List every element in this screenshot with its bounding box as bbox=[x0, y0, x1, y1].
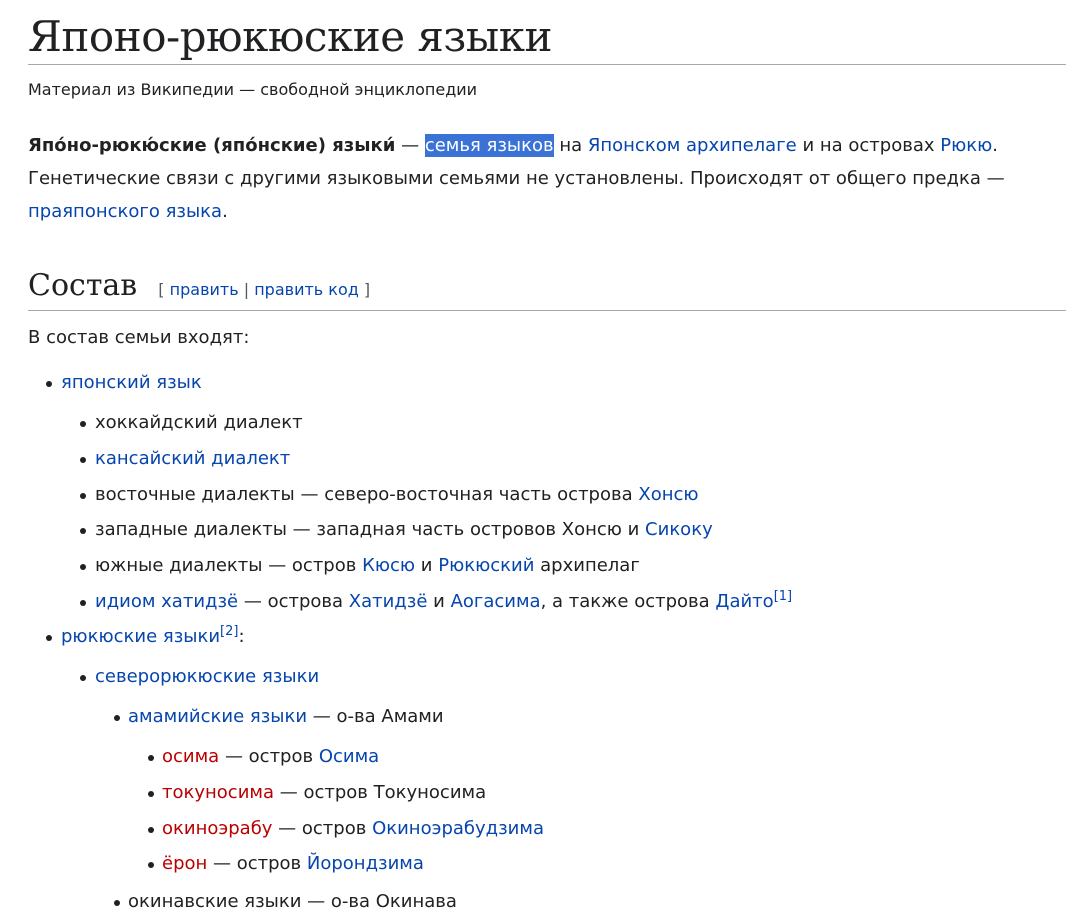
site-tagline: Материал из Википедии — свободной энцикл… bbox=[28, 80, 478, 99]
item-text: — остров Токуносима bbox=[274, 782, 487, 803]
bullet-icon bbox=[114, 715, 120, 721]
edit-section-links: [ править | править код ] bbox=[158, 280, 370, 299]
article-content: Японо-рюкюские языки Материал из Википед… bbox=[28, 0, 1066, 914]
list-item: северорюкюские языки bbox=[28, 665, 1066, 689]
link-ryukyu-archipelago[interactable]: Рюкюский bbox=[438, 555, 534, 576]
link-amami-languages[interactable]: амамийские языки bbox=[128, 706, 307, 727]
section-heading-composition: Состав [ править | править код ] bbox=[28, 267, 1066, 311]
intro-text: на bbox=[553, 135, 588, 156]
item-text: : bbox=[238, 626, 245, 647]
bullet-icon bbox=[80, 675, 86, 681]
bullet-icon bbox=[148, 755, 154, 761]
edit-source-link[interactable]: править код bbox=[254, 280, 359, 299]
link-language-family[interactable]: семья языков bbox=[424, 134, 554, 157]
list-lead: В состав семьи входят: bbox=[28, 327, 250, 348]
item-text: окинавские языки — о-ва Окинава bbox=[128, 891, 457, 912]
list-item: восточные диалекты — северо-восточная ча… bbox=[28, 483, 1066, 507]
link-daito[interactable]: Дайто bbox=[715, 591, 773, 612]
list-item: токуносима — остров Токуносима bbox=[28, 781, 1066, 805]
item-text: южные диалекты — остров bbox=[95, 555, 363, 576]
intro-text: . bbox=[992, 135, 999, 156]
list-item: западные диалекты — западная часть остро… bbox=[28, 518, 1066, 542]
link-kyushu[interactable]: Кюсю bbox=[362, 555, 415, 576]
separator: | bbox=[243, 280, 250, 299]
intro-paragraph: Япо́но-рюкю́ские (япо́нские) языки́ — се… bbox=[28, 129, 1066, 228]
section-title: Состав bbox=[28, 268, 138, 303]
item-text: восточные диалекты — северо-восточная ча… bbox=[95, 484, 639, 505]
list-item: идиом хатидзё — острова Хатидзё и Аогаси… bbox=[28, 590, 1066, 614]
list-item: ёрон — остров Йорондзима bbox=[28, 852, 1066, 876]
item-text: — остров bbox=[272, 818, 373, 839]
item-text: западные диалекты — западная часть остро… bbox=[95, 519, 646, 540]
list-item: южные диалекты — остров Кюсю и Рюкюский … bbox=[28, 554, 1066, 578]
bullet-icon bbox=[80, 421, 86, 427]
bullet-icon bbox=[114, 900, 120, 906]
redlink-okinoerabu[interactable]: окиноэрабу bbox=[162, 818, 272, 839]
link-honshu[interactable]: Хонсю bbox=[638, 484, 698, 505]
intro-text: . bbox=[222, 201, 228, 222]
link-hachijo-idiom[interactable]: идиом хатидзё bbox=[95, 591, 238, 612]
item-text: — о-ва Амами bbox=[307, 706, 444, 727]
redlink-yoron[interactable]: ёрон bbox=[162, 853, 207, 874]
bullet-icon bbox=[80, 528, 86, 534]
link-yorondzima[interactable]: Йорондзима bbox=[307, 853, 424, 874]
item-text: архипелаг bbox=[534, 555, 640, 576]
list-item: окинавские языки — о-ва Окинава bbox=[28, 890, 1066, 914]
bullet-icon bbox=[148, 827, 154, 833]
bullet-icon bbox=[46, 381, 52, 387]
bullet-icon bbox=[80, 600, 86, 606]
list-item: кансайский диалект bbox=[28, 447, 1066, 471]
reference-link[interactable]: [2] bbox=[220, 624, 238, 639]
intro-text: — bbox=[395, 135, 425, 156]
link-aogashima[interactable]: Аогасима bbox=[451, 591, 541, 612]
link-proto-japonic[interactable]: праяпонского языка bbox=[28, 201, 222, 222]
link-osima-island[interactable]: Осима bbox=[319, 746, 379, 767]
item-text: — остров bbox=[207, 853, 307, 874]
list-item: хоккайдский диалект bbox=[28, 411, 1066, 435]
bullet-icon bbox=[80, 564, 86, 570]
item-text: — острова bbox=[238, 591, 349, 612]
list-item: японский язык bbox=[28, 371, 1066, 395]
link-northern-ryukyuan[interactable]: северорюкюские языки bbox=[95, 666, 319, 687]
redlink-osima[interactable]: осима bbox=[162, 746, 219, 767]
bracket-open: [ bbox=[158, 280, 165, 299]
intro-text: и на островах bbox=[796, 135, 941, 156]
page-title: Японо-рюкюские языки bbox=[28, 12, 1066, 65]
item-text: — остров bbox=[219, 746, 319, 767]
item-text: хоккайдский диалект bbox=[95, 412, 303, 433]
bullet-icon bbox=[148, 862, 154, 868]
link-japanese-archipelago[interactable]: Японском архипелаге bbox=[588, 135, 797, 156]
bullet-icon bbox=[46, 635, 52, 641]
language-tree: японский язык хоккайдский диалект кансай… bbox=[28, 371, 1066, 914]
link-shikoku[interactable]: Сикоку bbox=[645, 519, 713, 540]
link-ryukyu[interactable]: Рюкю bbox=[940, 135, 992, 156]
link-kansai-dialect[interactable]: кансайский диалект bbox=[95, 448, 290, 469]
edit-link[interactable]: править bbox=[170, 280, 239, 299]
item-text: и bbox=[415, 555, 439, 576]
item-text: и bbox=[427, 591, 451, 612]
bullet-icon bbox=[80, 493, 86, 499]
link-ryukyuan-languages[interactable]: рюкюские языки bbox=[61, 626, 220, 647]
reference-link[interactable]: [1] bbox=[774, 589, 792, 604]
item-text: , а также острова bbox=[540, 591, 716, 612]
list-item: амамийские языки — о-ва Амами bbox=[28, 705, 1066, 729]
list-item: рюкюские языки[2]: bbox=[28, 625, 1066, 649]
link-japanese-language[interactable]: японский язык bbox=[61, 372, 202, 393]
link-hachijo-island[interactable]: Хатидзё bbox=[349, 591, 428, 612]
bracket-close: ] bbox=[363, 280, 371, 299]
link-okinoerabujima[interactable]: Окиноэрабудзима bbox=[372, 818, 544, 839]
redlink-tokunosima[interactable]: токуносима bbox=[162, 782, 274, 803]
bullet-icon bbox=[148, 791, 154, 797]
bullet-icon bbox=[80, 457, 86, 463]
bold-term: Япо́но-рюкю́ские (япо́нские) языки́ bbox=[28, 135, 396, 156]
intro-text: Генетические связи с другими языковыми с… bbox=[28, 168, 1005, 189]
list-item: осима — остров Осима bbox=[28, 745, 1066, 769]
list-item: окиноэрабу — остров Окиноэрабудзима bbox=[28, 817, 1066, 841]
